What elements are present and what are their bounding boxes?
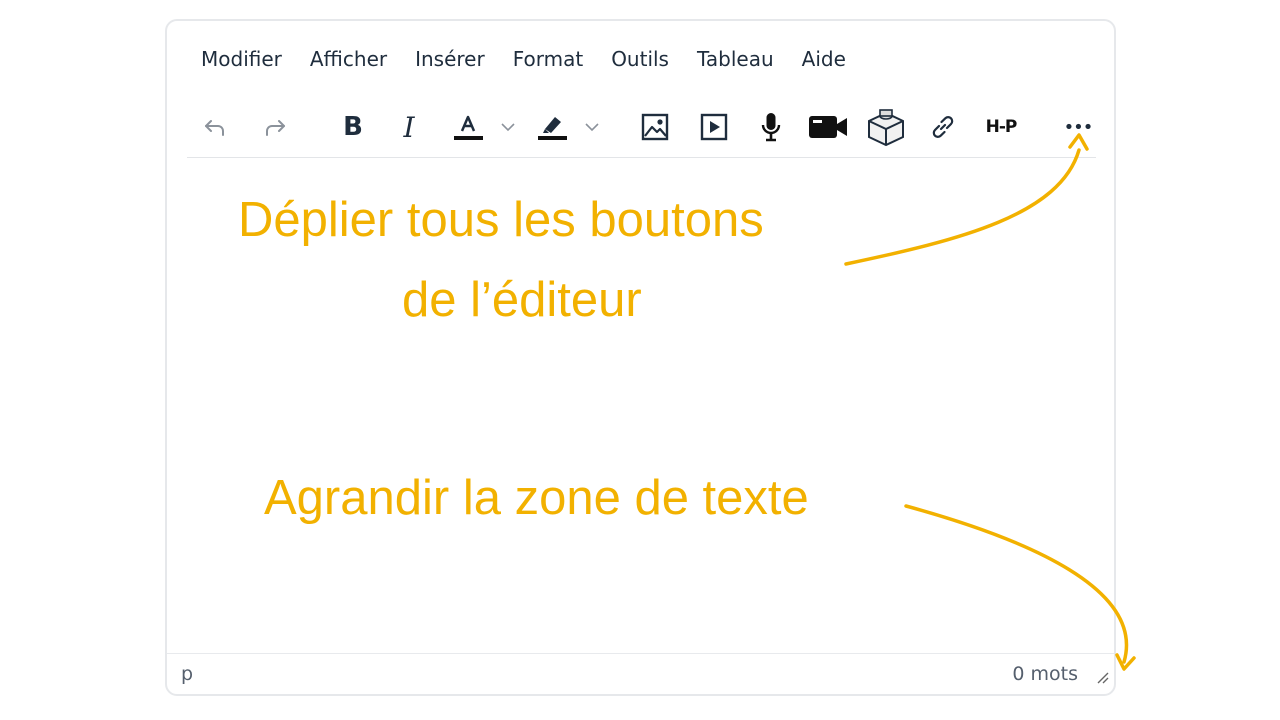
arrow-to-resize-handle	[904, 504, 1129, 664]
arrowhead-more-buttons	[1068, 133, 1089, 151]
arrow-to-more-buttons	[844, 148, 1081, 266]
annotation-arrows	[844, 133, 1136, 671]
